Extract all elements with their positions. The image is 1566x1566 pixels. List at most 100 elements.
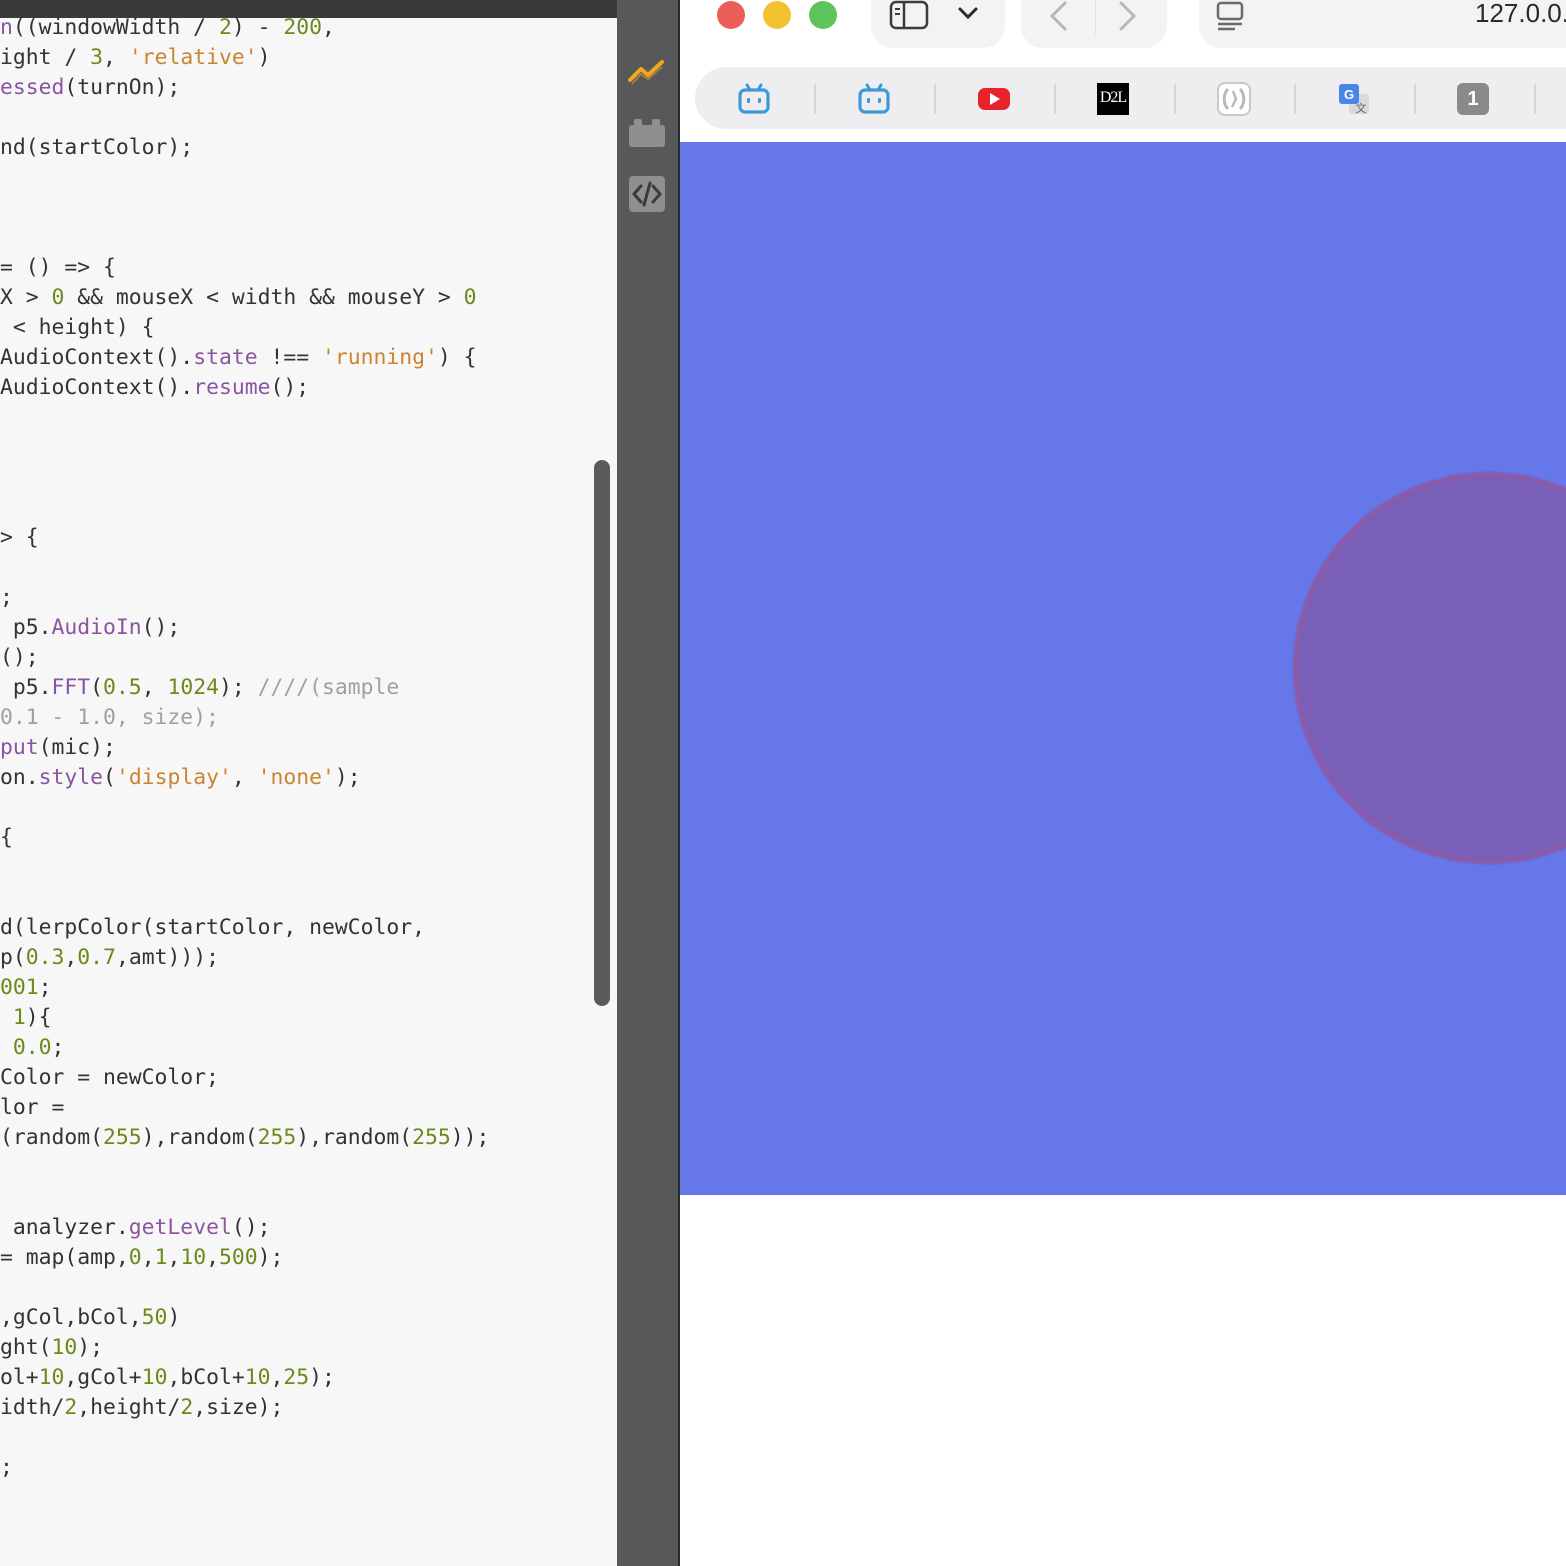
code-token: ; bbox=[0, 1455, 13, 1480]
code-token: Color = newColor; bbox=[0, 1065, 219, 1090]
code-line: { bbox=[0, 823, 590, 853]
tab-count-label: 1 bbox=[1467, 88, 1479, 110]
code-token: 200 bbox=[283, 15, 322, 40]
favorites-separator bbox=[1174, 84, 1176, 114]
code-token: 'none' bbox=[257, 765, 335, 790]
code-line: analyzer.getLevel(); bbox=[0, 1213, 590, 1243]
code-line: > { bbox=[0, 523, 590, 553]
code-line: X > 0 && mouseX < width && mouseY > 0 bbox=[0, 283, 590, 313]
tool-sidebar bbox=[617, 0, 678, 1566]
plugins-icon[interactable] bbox=[628, 115, 666, 153]
code-token: ////(sample bbox=[257, 675, 400, 700]
code-token: essed bbox=[0, 75, 65, 100]
favorites-bar: D2L G 文 1 bbox=[695, 67, 1566, 129]
code-token: ,height/ bbox=[77, 1395, 181, 1420]
code-token: AudioIn bbox=[51, 615, 142, 640]
code-token: 10 bbox=[244, 1365, 271, 1390]
code-token: 0 bbox=[51, 285, 65, 310]
code-token: ) bbox=[257, 45, 271, 70]
code-token: ((windowWidth / bbox=[12, 15, 219, 40]
close-window-button[interactable] bbox=[717, 1, 745, 29]
favorites-separator bbox=[1534, 84, 1536, 114]
code-line: p5.FFT(0.5, 1024); ////(sample bbox=[0, 673, 590, 703]
code-token: , bbox=[103, 45, 129, 70]
code-token: 50 bbox=[141, 1305, 168, 1330]
code-token: 0.3 bbox=[25, 945, 65, 970]
reader-icon[interactable] bbox=[1215, 0, 1245, 37]
minimize-window-button[interactable] bbox=[763, 1, 791, 29]
code-token: ght( bbox=[0, 1335, 52, 1360]
code-token: ( bbox=[103, 765, 116, 790]
code-token: AudioContext(). bbox=[0, 345, 194, 370]
favorites-separator bbox=[934, 84, 936, 114]
code-line: = map(amp,0,1,10,500); bbox=[0, 1243, 590, 1273]
google-translate-icon[interactable]: G 文 bbox=[1337, 82, 1371, 116]
code-editor[interactable]: n((windowWidth / 2) - 200, ight / 3, 'rel… bbox=[0, 0, 617, 1566]
code-token: , bbox=[322, 15, 335, 40]
code-token: ) - bbox=[231, 15, 284, 40]
code-token: ); bbox=[77, 1335, 104, 1360]
code-token: 10 bbox=[180, 1245, 207, 1270]
code-token: , bbox=[167, 1245, 181, 1270]
code-area[interactable]: n((windowWidth / 2) - 200, ight / 3, 'rel… bbox=[0, 13, 590, 1483]
editor-scrollbar[interactable] bbox=[594, 460, 610, 1006]
address-text[interactable]: 127.0.0. bbox=[1475, 0, 1566, 29]
forward-icon[interactable] bbox=[1117, 0, 1139, 37]
code-token: && mouseX < width && mouseY > bbox=[64, 285, 464, 310]
code-token: ),random( bbox=[141, 1125, 258, 1150]
favorites-separator bbox=[1414, 84, 1416, 114]
code-token: getLevel bbox=[128, 1215, 232, 1240]
back-icon[interactable] bbox=[1047, 0, 1069, 37]
code-token: = map(amp, bbox=[0, 1245, 129, 1270]
svg-text:G: G bbox=[1344, 87, 1354, 102]
code-line: 001; bbox=[0, 973, 590, 1003]
code-token: 001 bbox=[0, 975, 39, 1000]
code-token: FFT bbox=[51, 675, 91, 700]
code-token: < height) { bbox=[0, 315, 155, 340]
code-token: ); bbox=[218, 675, 258, 700]
code-token: AudioContext(). bbox=[0, 375, 194, 400]
console-icon[interactable] bbox=[628, 52, 666, 90]
code-token: nd(startColor); bbox=[0, 135, 194, 160]
grammarly-icon[interactable] bbox=[1217, 82, 1251, 116]
bilibili-icon[interactable] bbox=[737, 82, 771, 116]
code-line: ; bbox=[0, 583, 590, 613]
code-token: 2 bbox=[64, 1395, 78, 1420]
bilibili-icon[interactable] bbox=[857, 82, 891, 116]
youtube-icon[interactable] bbox=[977, 82, 1011, 116]
sidebar-icon[interactable] bbox=[889, 0, 929, 35]
code-line: n((windowWidth / 2) - 200, bbox=[0, 13, 590, 43]
code-token: ) { bbox=[437, 345, 477, 370]
code-line: lor = bbox=[0, 1093, 590, 1123]
code-icon[interactable] bbox=[628, 175, 666, 213]
code-token: 1 bbox=[154, 1245, 168, 1270]
code-token: ( bbox=[90, 675, 104, 700]
code-token: ) bbox=[167, 1305, 181, 1330]
code-token: , bbox=[206, 1245, 220, 1270]
code-token: , bbox=[141, 675, 168, 700]
code-token: , bbox=[64, 945, 78, 970]
d2l-icon[interactable]: D2L bbox=[1097, 83, 1129, 115]
code-token: ight / bbox=[0, 45, 91, 70]
maximize-window-button[interactable] bbox=[809, 1, 837, 29]
code-token: put bbox=[0, 735, 39, 760]
code-token: 1 bbox=[12, 1005, 26, 1030]
browser-toolbar: 127.0.0. bbox=[680, 0, 1566, 62]
tab-count-icon[interactable]: 1 bbox=[1457, 83, 1489, 115]
code-token: ,gCol+ bbox=[64, 1365, 142, 1390]
code-token: X > bbox=[0, 285, 52, 310]
code-token: (); bbox=[0, 645, 39, 670]
code-token: (turnOn); bbox=[64, 75, 181, 100]
p5-canvas[interactable] bbox=[680, 142, 1566, 1195]
code-token: 0 bbox=[463, 285, 477, 310]
code-token: p( bbox=[0, 945, 26, 970]
chevron-down-icon[interactable] bbox=[957, 6, 979, 25]
navigation-group bbox=[1021, 0, 1167, 48]
